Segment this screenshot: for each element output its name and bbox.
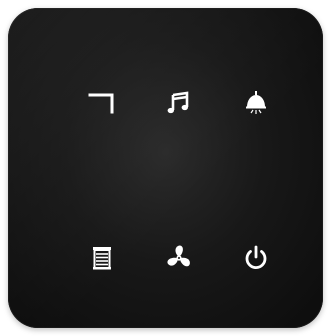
corner-bracket-key[interactable] — [84, 85, 120, 121]
window-blind-icon — [93, 247, 111, 270]
glass-reflection — [8, 8, 323, 328]
power-key[interactable] — [238, 240, 274, 276]
music-note-icon — [167, 91, 189, 114]
music-key[interactable] — [161, 85, 197, 121]
power-icon — [245, 245, 267, 270]
blind-key[interactable] — [84, 240, 120, 276]
smart-switch-panel — [8, 8, 323, 328]
corner-bracket-icon — [88, 93, 114, 114]
fan-key[interactable] — [161, 240, 197, 276]
lamp-key[interactable] — [238, 85, 274, 121]
ceiling-lamp-icon — [246, 91, 266, 114]
fan-icon — [167, 245, 190, 267]
